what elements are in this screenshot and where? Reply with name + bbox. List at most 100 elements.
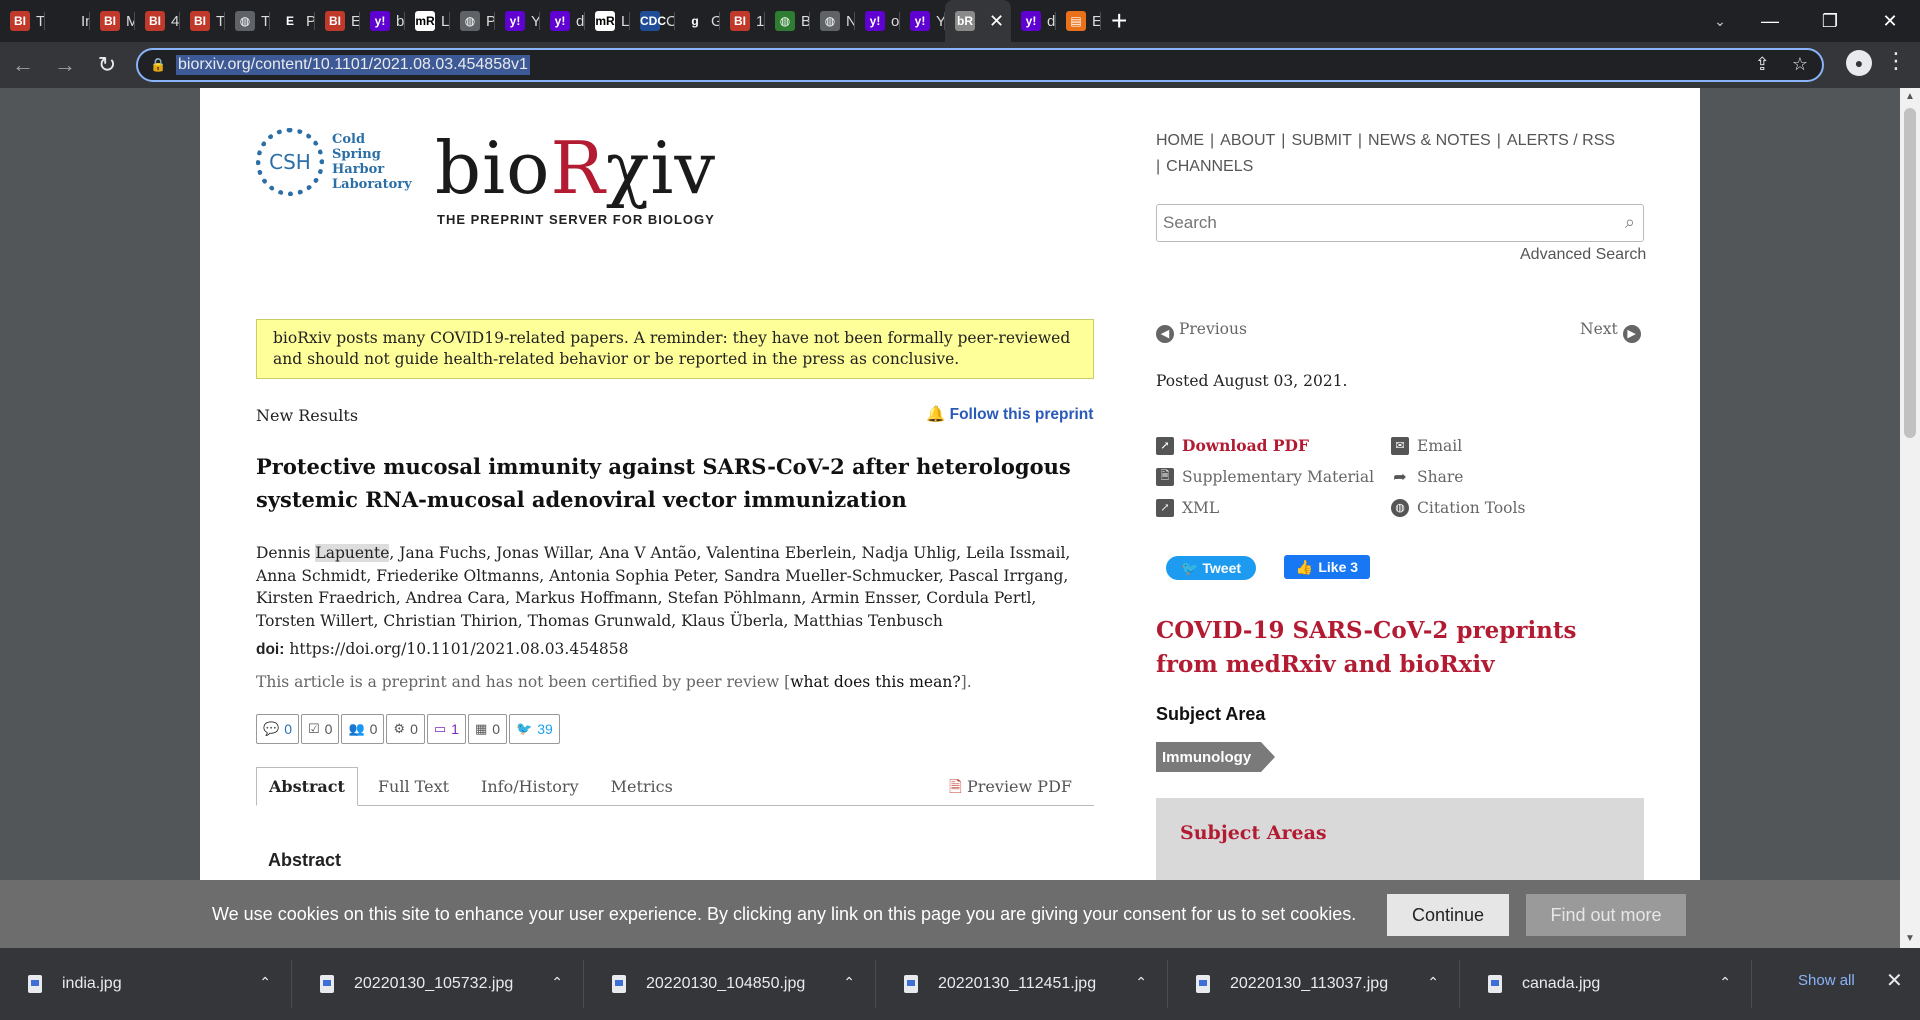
cookie-find-out-more-button[interactable]: Find out more: [1526, 894, 1686, 936]
tab-abstract[interactable]: Abstract: [256, 767, 358, 806]
download-item[interactable]: 20220130_112451.jpg ⌃: [876, 960, 1168, 1008]
browser-tab[interactable]: In: [45, 0, 90, 42]
csh-logo[interactable]: CSH Cold Spring Harbor Laboratory: [256, 128, 412, 196]
nav-home[interactable]: HOME: [1156, 132, 1204, 149]
what-does-this-mean-link[interactable]: what does this mean?: [790, 673, 960, 691]
chevron-up-icon[interactable]: ⌃: [1427, 974, 1439, 991]
facebook-like-button[interactable]: 👍 Like 3: [1284, 555, 1370, 579]
chevron-up-icon[interactable]: ⌃: [259, 974, 271, 991]
metric-badge[interactable]: ▦ 0: [467, 714, 508, 744]
tab-search-chevron-icon[interactable]: ⌄: [1700, 0, 1740, 42]
nav-submit[interactable]: SUBMIT: [1291, 132, 1351, 149]
browser-tab[interactable]: ◍ Ne: [810, 0, 855, 42]
browser-tab[interactable]: y! br: [360, 0, 405, 42]
scrollbar-thumb[interactable]: [1904, 108, 1916, 438]
browser-tab[interactable]: BI M: [90, 0, 135, 42]
chevron-up-icon[interactable]: ⌃: [1719, 974, 1731, 991]
profile-avatar-icon[interactable]: ●: [1846, 50, 1872, 76]
bookmark-star-icon[interactable]: ☆: [1792, 54, 1808, 75]
browser-tab[interactable]: mR Lo: [585, 0, 630, 42]
browser-tab[interactable]: bR ✕: [945, 0, 1011, 42]
supplementary-material-link[interactable]: 🗎 Supplementary Material: [1156, 467, 1391, 486]
browser-tab[interactable]: ◍ Th: [225, 0, 270, 42]
new-tab-plus-icon[interactable]: +: [1111, 0, 1127, 42]
lock-icon[interactable]: 🔒: [150, 57, 170, 73]
browser-tab[interactable]: y! dr: [540, 0, 585, 42]
scroll-up-arrow-icon[interactable]: ▲: [1900, 88, 1920, 106]
tab-metrics[interactable]: Metrics: [599, 767, 685, 805]
browser-tab[interactable]: y! dr: [1011, 0, 1056, 42]
browser-tab[interactable]: BI 14: [720, 0, 765, 42]
search-icon[interactable]: ⌕: [1625, 212, 1635, 233]
download-item[interactable]: canada.jpg ⌃: [1460, 960, 1752, 1008]
browser-tab[interactable]: y! Ya: [900, 0, 945, 42]
download-item[interactable]: 20220130_113037.jpg ⌃: [1168, 960, 1460, 1008]
share-page-icon[interactable]: ⇪: [1755, 54, 1770, 75]
metric-badge[interactable]: 👥 0: [341, 714, 385, 744]
doi-link[interactable]: https://doi.org/10.1101/2021.08.03.45485…: [289, 640, 628, 658]
url-text[interactable]: biorxiv.org/content/10.1101/2021.08.03.4…: [176, 55, 530, 75]
metric-badge[interactable]: 🐦 39: [509, 714, 560, 744]
nav-about[interactable]: ABOUT: [1220, 132, 1275, 149]
page-scrollbar[interactable]: ▲ ▼: [1900, 88, 1920, 948]
download-item[interactable]: 20220130_105732.jpg ⌃: [292, 960, 584, 1008]
reload-icon[interactable]: ↻: [88, 46, 126, 84]
nav-news[interactable]: NEWS & NOTES: [1368, 132, 1491, 149]
subject-tag-immunology[interactable]: Immunology: [1156, 742, 1276, 772]
forward-arrow-icon[interactable]: →: [46, 46, 84, 84]
chevron-up-icon[interactable]: ⌃: [1135, 974, 1147, 991]
restore-icon[interactable]: ❐: [1800, 0, 1860, 42]
follow-preprint-link[interactable]: 🔔 Follow this preprint: [926, 405, 1093, 424]
address-bar[interactable]: 🔒 biorxiv.org/content/10.1101/2021.08.03…: [136, 48, 1824, 82]
download-item[interactable]: 20220130_104850.jpg ⌃: [584, 960, 876, 1008]
browser-menu-icon[interactable]: ⋮: [1884, 48, 1908, 74]
site-search[interactable]: ⌕: [1156, 204, 1644, 242]
citation-tools-link[interactable]: ◍ Citation Tools: [1391, 498, 1626, 517]
chevron-up-icon[interactable]: ⌃: [843, 974, 855, 991]
browser-tab[interactable]: BI Th: [0, 0, 45, 42]
browser-tab[interactable]: CDCCC: [630, 0, 675, 42]
browser-tab[interactable]: ◍ Pu: [450, 0, 495, 42]
browser-tab[interactable]: y! ou: [855, 0, 900, 42]
metric-badge[interactable]: ⚙ 0: [386, 714, 425, 744]
author-highlighted[interactable]: Lapuente: [315, 544, 390, 562]
browser-tab[interactable]: BI Th: [180, 0, 225, 42]
tab-full-text[interactable]: Full Text: [366, 767, 461, 805]
cookie-continue-button[interactable]: Continue: [1387, 894, 1509, 936]
chevron-up-icon[interactable]: ⌃: [551, 974, 563, 991]
download-item[interactable]: india.jpg ⌃: [0, 960, 292, 1008]
browser-tab[interactable]: mR Lo: [405, 0, 450, 42]
previous-link[interactable]: ◀ Previous: [1156, 320, 1247, 343]
browser-tab[interactable]: BI Ea: [315, 0, 360, 42]
scroll-down-arrow-icon[interactable]: ▼: [1900, 930, 1920, 948]
advanced-search-link[interactable]: Advanced Search: [1520, 246, 1646, 264]
xml-link[interactable]: ↗ XML: [1156, 498, 1391, 517]
biorxiv-logo[interactable]: bioRχiv THE PREPRINT SERVER FOR BIOLOGY: [435, 126, 716, 227]
download-pdf-link[interactable]: ↗ Download PDF: [1156, 436, 1391, 455]
close-window-icon[interactable]: ✕: [1860, 0, 1920, 42]
minimize-icon[interactable]: —: [1740, 0, 1800, 42]
tweet-button[interactable]: 🐦 Tweet: [1166, 556, 1256, 580]
browser-tab[interactable]: ◍ Be: [765, 0, 810, 42]
show-all-downloads-link[interactable]: Show all: [1798, 972, 1855, 989]
email-link[interactable]: ✉ Email: [1391, 436, 1626, 455]
close-icon[interactable]: ✕: [1886, 968, 1903, 993]
nav-channels[interactable]: CHANNELS: [1166, 158, 1253, 175]
metric-badge[interactable]: 💬 0: [256, 714, 299, 744]
nav-alerts[interactable]: ALERTS / RSS: [1507, 132, 1615, 149]
search-input[interactable]: [1163, 213, 1603, 233]
browser-tab[interactable]: BI 42: [135, 0, 180, 42]
next-link[interactable]: Next ▶: [1580, 320, 1641, 343]
metric-badge[interactable]: ☑ 0: [300, 714, 340, 744]
browser-tab[interactable]: y! Ya: [495, 0, 540, 42]
tab-info-history[interactable]: Info/History: [469, 767, 591, 805]
preview-pdf-link[interactable]: 🗎 Preview PDF: [949, 776, 1072, 803]
covid-preprints-link[interactable]: COVID-19 SARS-CoV-2 preprints from medRx…: [1156, 614, 1616, 682]
browser-tab[interactable]: g Ga: [675, 0, 720, 42]
share-link[interactable]: ➦ Share: [1391, 467, 1626, 486]
tab-close-icon[interactable]: ✕: [989, 11, 1004, 32]
metric-badge[interactable]: ▭ 1: [426, 714, 466, 744]
browser-tab[interactable]: E Pe: [270, 0, 315, 42]
back-arrow-icon[interactable]: ←: [4, 46, 42, 84]
browser-tab[interactable]: ▤ Ed: [1056, 0, 1101, 42]
